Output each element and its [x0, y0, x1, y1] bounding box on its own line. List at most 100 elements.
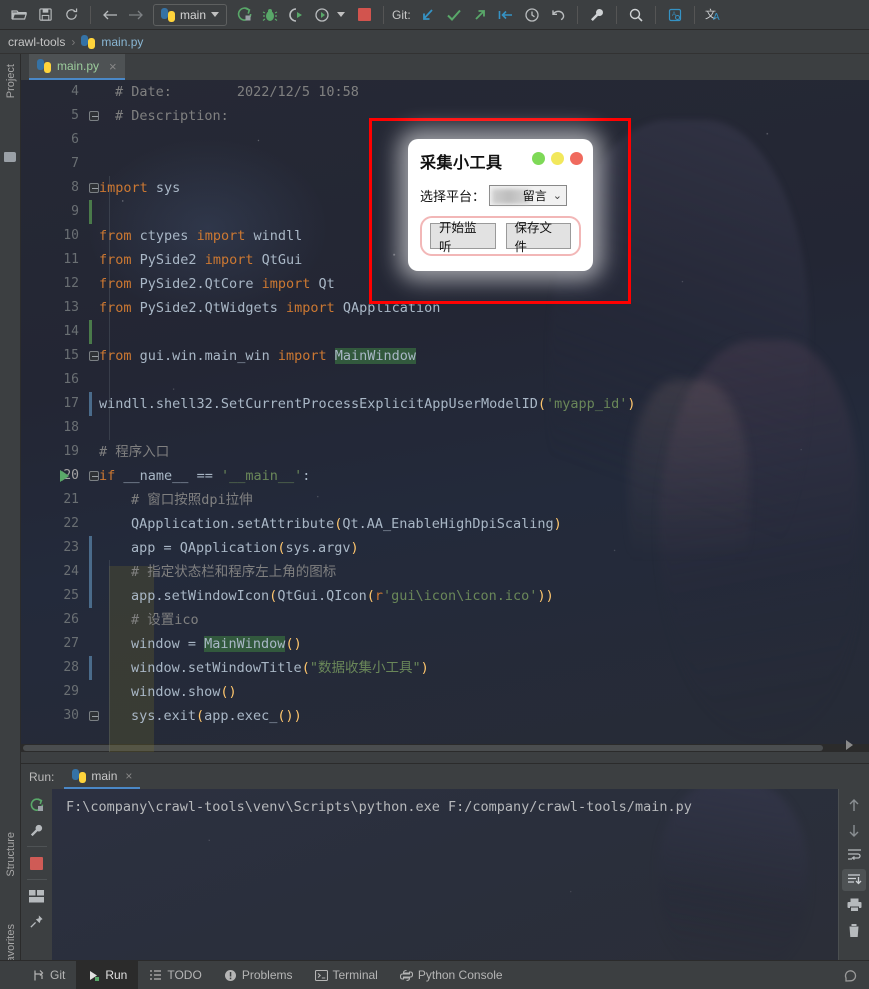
code-line[interactable]: # Date: 2022/12/5 10:58 [89, 80, 869, 104]
minimize-dot[interactable] [532, 152, 545, 165]
profile-chevron-down-icon[interactable] [337, 12, 346, 17]
status-item-python-console[interactable]: Python Console [389, 961, 514, 989]
expand-collapse-icon[interactable] [846, 740, 853, 750]
wrench-icon[interactable] [25, 819, 49, 841]
toolbar-divider [26, 879, 47, 880]
line-number: 20 [21, 464, 99, 488]
line-number: 25 [63, 588, 79, 603]
maximize-dot[interactable] [551, 152, 564, 165]
line-number: 29 [63, 684, 79, 699]
code-line[interactable]: QApplication.setAttribute(Qt.AA_EnableHi… [89, 512, 869, 536]
line-number: 16 [63, 372, 79, 387]
save-all-icon[interactable] [32, 3, 58, 27]
history-icon[interactable] [519, 3, 545, 27]
vcs-change-marker [89, 200, 92, 224]
debug-icon[interactable] [257, 3, 283, 27]
status-item-terminal[interactable]: Terminal [304, 961, 389, 989]
code-line[interactable]: window.show() [89, 680, 869, 704]
sidebar-item-structure[interactable]: Structure [2, 826, 20, 883]
print-icon[interactable] [842, 894, 866, 916]
code-line[interactable] [89, 416, 869, 440]
down-arrow-icon[interactable] [842, 819, 866, 841]
code-inspect-icon[interactable]: A [662, 3, 688, 27]
toolbar-divider-5 [654, 5, 656, 24]
status-item-todo-label: TODO [167, 968, 202, 982]
toolbar-divider-1 [90, 5, 91, 24]
forward-arrow-icon[interactable] [123, 3, 149, 27]
pin-icon[interactable] [25, 910, 49, 932]
stop-icon[interactable] [351, 3, 377, 27]
code-line[interactable]: window = MainWindow() [89, 632, 869, 656]
stop-icon[interactable] [25, 852, 49, 874]
editor-gutter[interactable]: 4 5 6 7 8 9 10 11 12 13 14 15 16 17 18 19 20 21 22 23 24 25 26… [21, 80, 99, 752]
code-line[interactable]: from gui.win.main_win import MainWindow [89, 344, 869, 368]
git-commit-icon[interactable] [441, 3, 467, 27]
code-line[interactable]: app.setWindowIcon(QtGui.QIcon(r'gui\icon… [89, 584, 869, 608]
code-line[interactable]: # 窗口按照dpi拉伸 [89, 488, 869, 512]
editor-tab-label: main.py [57, 59, 100, 73]
code-line[interactable]: # 程序入口 [89, 440, 869, 464]
rerun-icon[interactable] [25, 794, 49, 816]
run-console[interactable]: F:\company\crawl-tools\venv\Scripts\pyth… [52, 789, 838, 960]
code-line[interactable] [89, 320, 869, 344]
code-line[interactable]: sys.exit(app.exec_()) [89, 704, 869, 728]
translate-icon[interactable]: 文A [701, 3, 727, 27]
code-line[interactable]: windll.shell32.SetCurrentProcessExplicit… [89, 392, 869, 416]
line-number: 14 [63, 324, 79, 339]
status-item-todo[interactable]: TODO [138, 961, 212, 989]
breadcrumb-separator: › [71, 34, 76, 49]
collector-tool-dialog[interactable]: 采集小工具 选择平台： 留言 ⌄ 开始监听 保存文件 [408, 139, 593, 271]
status-item-terminal-label: Terminal [332, 968, 378, 982]
platform-dropdown[interactable]: 留言 ⌄ [489, 185, 568, 206]
back-arrow-icon[interactable] [97, 3, 123, 27]
undo-icon[interactable] [545, 3, 571, 27]
git-update-project-icon[interactable] [415, 3, 441, 27]
toolbar-divider-4 [615, 5, 617, 24]
status-item-problems[interactable]: Problems [213, 961, 304, 989]
code-line[interactable]: if __name__ == '__main__': [89, 464, 869, 488]
status-item-run[interactable]: Run [76, 960, 139, 989]
close-icon[interactable]: × [109, 59, 117, 74]
status-item-git[interactable]: Git [21, 961, 76, 989]
project-folder-icon[interactable] [4, 152, 16, 162]
run-with-coverage-icon[interactable] [283, 3, 309, 27]
dialog-window-controls [532, 152, 583, 165]
code-line[interactable]: # 设置ico [89, 608, 869, 632]
editor-tab-main-py[interactable]: main.py × [29, 54, 125, 80]
chevron-down-icon: ⌄ [552, 190, 563, 202]
code-line[interactable]: # 指定状态栏和程序左上角的图标 [89, 560, 869, 584]
line-number: 10 [63, 228, 79, 243]
code-line[interactable]: app = QApplication(sys.argv) [89, 536, 869, 560]
run-tool-window: Run: main × F:\company\crawl-tools\venv\… [21, 763, 869, 960]
trash-icon[interactable] [842, 919, 866, 941]
close-dot[interactable] [570, 152, 583, 165]
layout-icon[interactable] [25, 885, 49, 907]
todo-list-icon [150, 969, 162, 980]
git-pull-icon[interactable] [493, 3, 519, 27]
search-everywhere-icon[interactable] [623, 3, 649, 27]
start-listening-button[interactable]: 开始监听 [430, 220, 496, 254]
soft-wrap-icon[interactable] [842, 844, 866, 866]
breadcrumb-file[interactable]: main.py [101, 35, 143, 49]
breadcrumb-project[interactable]: crawl-tools [8, 35, 65, 49]
code-line[interactable] [89, 368, 869, 392]
event-log-icon[interactable] [843, 968, 859, 984]
line-number: 8 [21, 176, 99, 200]
run-configuration-selector[interactable]: main [153, 3, 228, 26]
sync-icon[interactable] [58, 3, 84, 27]
line-number: 22 [63, 516, 79, 531]
open-folder-icon[interactable] [6, 3, 32, 27]
code-line[interactable]: window.setWindowTitle("数据收集小工具") [89, 656, 869, 680]
wrench-settings-icon[interactable] [584, 3, 610, 27]
run-tab-main[interactable]: main × [64, 764, 141, 789]
close-icon[interactable]: × [125, 769, 132, 783]
git-push-icon[interactable] [467, 3, 493, 27]
profile-icon[interactable] [309, 3, 335, 27]
run-main-icon[interactable] [60, 470, 69, 482]
line-number: 9 [71, 204, 79, 219]
scroll-to-end-icon[interactable] [842, 869, 866, 891]
up-arrow-icon[interactable] [842, 794, 866, 816]
save-file-button[interactable]: 保存文件 [505, 220, 571, 254]
sidebar-item-project[interactable]: Project [2, 58, 20, 104]
run-icon[interactable] [231, 3, 257, 27]
